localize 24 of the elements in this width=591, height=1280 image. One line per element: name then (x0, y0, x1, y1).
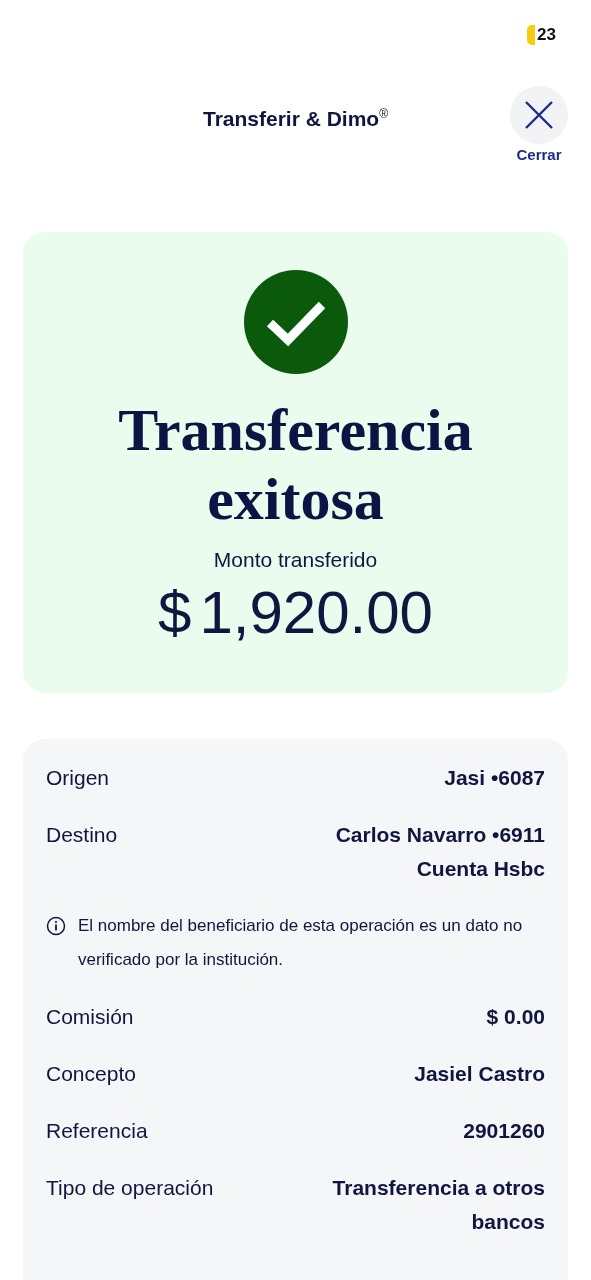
amount-label: Monto transferido (213, 548, 378, 572)
detail-value: Jasiel Castro (414, 1061, 545, 1087)
detail-value: 2901260 (463, 1118, 545, 1144)
amount-value: 1,920.00 (199, 578, 433, 647)
close-icon (524, 100, 554, 130)
success-headline: Transferencia exitosa (117, 396, 474, 534)
check-icon (243, 270, 348, 374)
detail-value: Carlos Navarro •6911 (335, 822, 545, 848)
battery-icon (527, 25, 536, 45)
detail-label: Comisión (46, 1004, 134, 1030)
info-note: El nombre del beneficiario de esta operación es un dato no verificado por la institución. (78, 915, 524, 971)
detail-label: Referencia (46, 1118, 148, 1144)
detail-value: $ 0.00 (486, 1004, 545, 1030)
battery-text: 23 (537, 25, 556, 45)
screen-title: Transferir & Dimo$^{®}$ (202, 107, 389, 132)
detail-value: Cuenta Hsbc (416, 856, 545, 882)
detail-label: Concepto (46, 1061, 136, 1087)
detail-label: Tipo de operación (46, 1175, 214, 1201)
info-icon (46, 916, 66, 936)
detail-value: Jasi •6087 (444, 765, 545, 791)
detail-value: Transferencia a otros bancos (331, 1175, 545, 1235)
detail-label: Origen (46, 765, 110, 791)
currency-symbol: $ (158, 578, 192, 647)
detail-label: Destino (46, 822, 118, 848)
